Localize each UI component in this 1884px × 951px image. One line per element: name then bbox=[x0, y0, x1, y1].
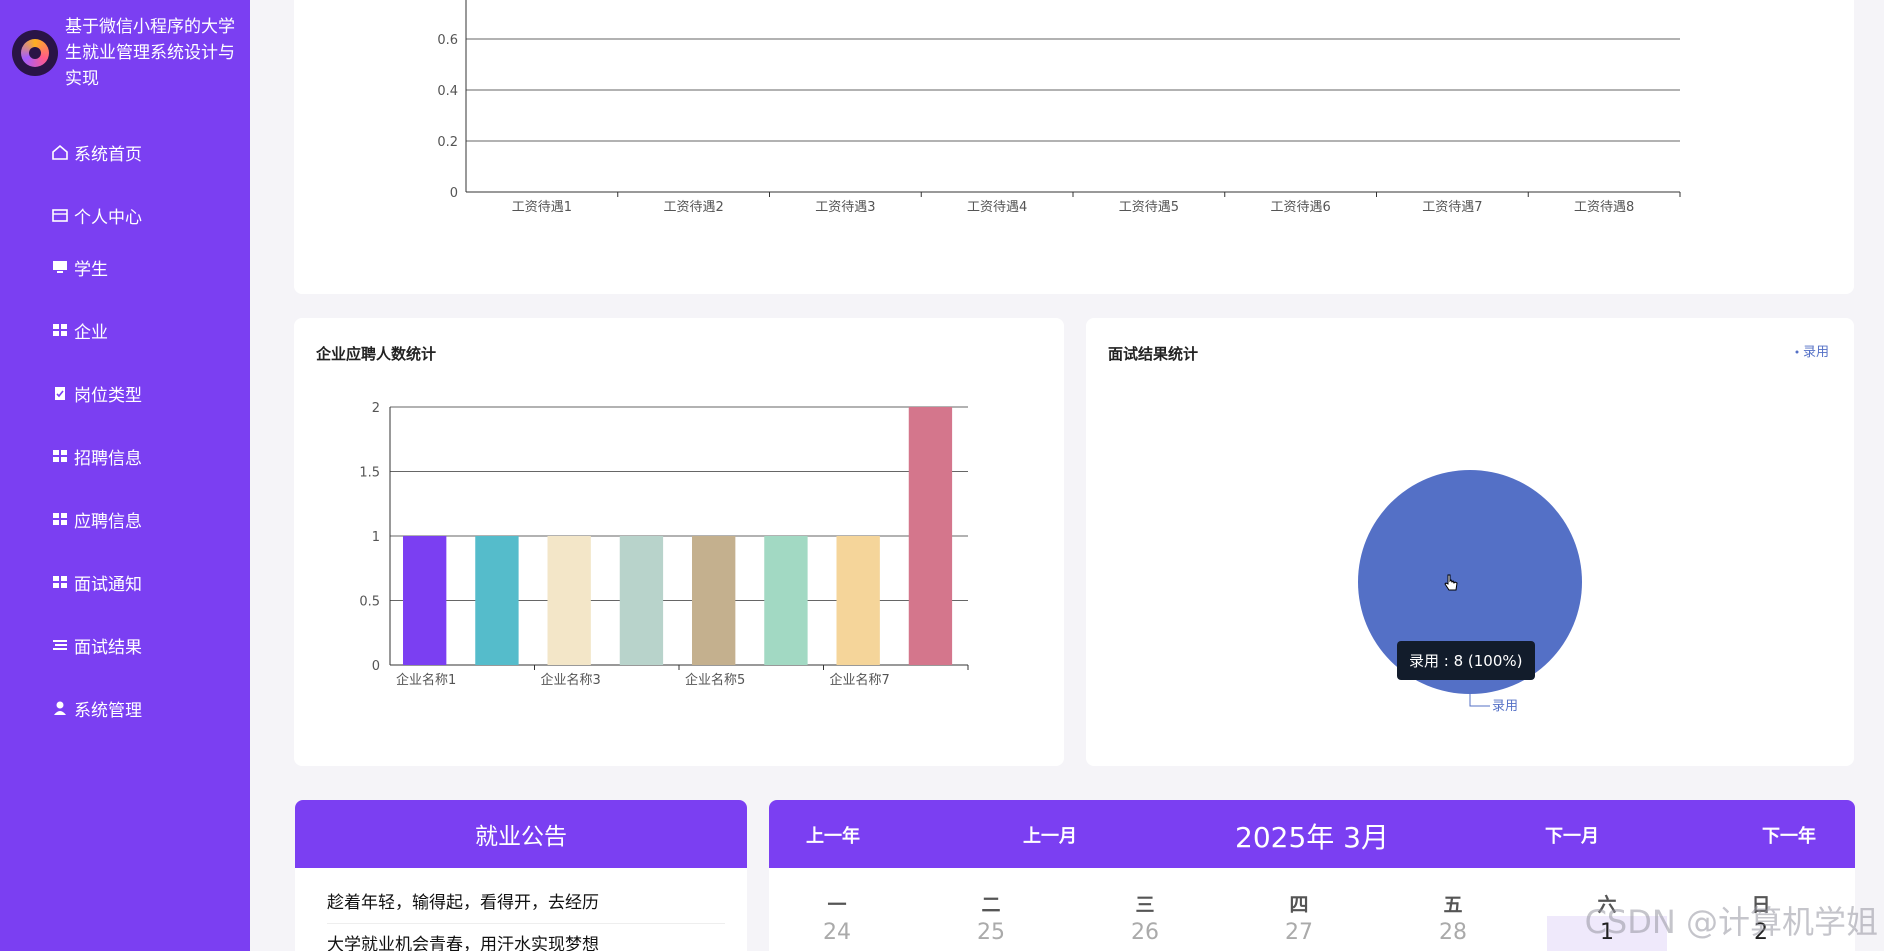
legend-label[interactable]: 录用 bbox=[1803, 345, 1829, 360]
bar[interactable] bbox=[692, 536, 736, 665]
calendar-day[interactable]: 25 bbox=[971, 920, 1011, 945]
bar[interactable] bbox=[475, 536, 519, 665]
id-card-icon bbox=[50, 205, 70, 225]
x-tick-label: 工资待遇1 bbox=[512, 200, 572, 215]
x-tick-label: 工资待遇4 bbox=[967, 200, 1027, 215]
monitor-icon bbox=[50, 257, 70, 277]
sidebar-item-2[interactable]: 个人中心 bbox=[50, 200, 142, 230]
grid-icon bbox=[50, 572, 70, 592]
grid-icon bbox=[50, 446, 70, 466]
sidebar-item-label: 应聘信息 bbox=[74, 511, 142, 532]
x-tick-label: 工资待遇6 bbox=[1270, 200, 1330, 215]
watermark: CSDN @计算机学姐 bbox=[1584, 903, 1878, 941]
weekday-label: 二 bbox=[981, 894, 1001, 916]
sidebar-item-label: 个人中心 bbox=[74, 207, 142, 228]
y-tick-label: 0.4 bbox=[437, 84, 458, 99]
sidebar-item-label: 系统首页 bbox=[74, 144, 142, 165]
sidebar-item-label: 招聘信息 bbox=[74, 448, 142, 469]
y-tick-label: 0 bbox=[372, 659, 380, 674]
sidebar-item-3[interactable]: 学生 bbox=[50, 252, 108, 282]
sidebar-item-label: 学生 bbox=[74, 259, 108, 280]
applicant-chart-card: 企业应聘人数统计 0 0.5 1 1.5 2 企业名称1 企业名称3 企业名称5 企业名称7 bbox=[294, 318, 1064, 766]
applicant-bar-chart: 0 0.5 1 1.5 2 企业名称1 企业名称3 企业名称5 企业名称7 bbox=[359, 401, 969, 688]
legend-marker bbox=[1795, 350, 1799, 354]
x-tick-label: 工资待遇5 bbox=[1119, 200, 1179, 215]
calendar-day[interactable]: 26 bbox=[1125, 920, 1165, 945]
sidebar-item-8[interactable]: 面试通知 bbox=[50, 567, 142, 597]
sidebar-item-1[interactable]: 系统首页 bbox=[50, 137, 142, 167]
pie-tooltip: 录用 : 8 (100%) bbox=[1397, 641, 1535, 680]
x-tick-label: 企业名称7 bbox=[829, 672, 889, 688]
list-icon bbox=[50, 635, 70, 655]
x-tick-label: 工资待遇2 bbox=[663, 200, 723, 215]
brand: 基于微信小程序的大学生就业管理系统设计与实现 bbox=[12, 14, 242, 94]
calendar-day[interactable]: 24 bbox=[817, 920, 857, 945]
y-tick-label: 1.5 bbox=[359, 466, 380, 481]
sidebar-item-label: 岗位类型 bbox=[74, 385, 142, 406]
x-tick-label: 工资待遇8 bbox=[1574, 200, 1634, 215]
interview-pie-chart: 录用录用 bbox=[1358, 345, 1829, 714]
x-tick-label: 企业名称3 bbox=[540, 672, 600, 688]
slice-label: 录用 bbox=[1492, 699, 1518, 714]
weekday-label: 四 bbox=[1289, 894, 1309, 916]
sidebar-item-7[interactable]: 应聘信息 bbox=[50, 504, 142, 534]
calendar-day[interactable]: 27 bbox=[1279, 920, 1319, 945]
calendar-month-label: 2025年 3月 bbox=[1235, 821, 1389, 854]
sidebar-item-label: 系统管理 bbox=[74, 700, 142, 721]
sidebar-item-label: 面试结果 bbox=[74, 637, 142, 658]
bar[interactable] bbox=[403, 536, 447, 665]
home-icon bbox=[50, 142, 70, 162]
bar[interactable] bbox=[619, 536, 664, 665]
notice-panel: 就业公告 趁着年轻，输得起，看得开，去经历 大学就业机会青春，用汗水实现梦想 bbox=[295, 800, 747, 951]
sidebar-item-6[interactable]: 招聘信息 bbox=[50, 441, 142, 471]
bar[interactable] bbox=[836, 536, 880, 665]
x-tick-label: 企业名称1 bbox=[396, 672, 456, 688]
bar[interactable] bbox=[764, 536, 808, 665]
grid-icon bbox=[50, 509, 70, 529]
x-tick-label: 工资待遇3 bbox=[815, 200, 875, 215]
notice-item[interactable]: 大学就业机会青春，用汗水实现梦想 bbox=[327, 924, 725, 951]
pointer-cursor-icon bbox=[1444, 574, 1458, 591]
sidebar-item-4[interactable]: 企业 bbox=[50, 315, 108, 345]
x-tick-label: 工资待遇7 bbox=[1422, 200, 1482, 215]
clipboard-icon bbox=[50, 383, 70, 403]
y-tick-label: 0.2 bbox=[437, 135, 458, 150]
sidebar-item-5[interactable]: 岗位类型 bbox=[50, 378, 142, 408]
interview-result-card: 面试结果统计 录用 录用 bbox=[1086, 318, 1854, 766]
y-tick-label: 0 bbox=[450, 186, 458, 201]
sidebar-item-label: 企业 bbox=[74, 322, 108, 343]
sidebar-item-9[interactable]: 面试结果 bbox=[50, 630, 142, 660]
x-tick-label: 企业名称5 bbox=[685, 672, 745, 688]
salary-chart-card: 0 0.2 0.4 0.6 工资待遇1 工资待遇2 工资待遇3 工资待遇4 工资待遇5 工资待遇6… bbox=[294, 0, 1854, 294]
y-tick-label: 0.6 bbox=[437, 33, 458, 48]
y-tick-label: 2 bbox=[372, 401, 380, 416]
user-icon bbox=[50, 698, 70, 718]
next-year-button[interactable]: 下一年 bbox=[1762, 822, 1816, 848]
y-tick-label: 0.5 bbox=[359, 595, 380, 610]
sidebar: 基于微信小程序的大学生就业管理系统设计与实现 系统首页个人中心学生企业岗位类型招… bbox=[0, 0, 250, 951]
bar[interactable] bbox=[908, 407, 953, 665]
slice-label-line bbox=[1469, 694, 1490, 707]
next-month-button[interactable]: 下一月 bbox=[1545, 822, 1599, 848]
weekday-label: 一 bbox=[827, 894, 847, 916]
app-title: 基于微信小程序的大学生就业管理系统设计与实现 bbox=[65, 17, 235, 89]
notice-title: 就业公告 bbox=[295, 800, 747, 868]
notice-item[interactable]: 趁着年轻，输得起，看得开，去经历 bbox=[327, 882, 725, 924]
salary-chart: 0 0.2 0.4 0.6 工资待遇1 工资待遇2 工资待遇3 工资待遇4 工资待遇5 工资待遇6… bbox=[437, 0, 1681, 215]
grid-icon bbox=[50, 320, 70, 340]
app-logo-icon bbox=[12, 30, 58, 76]
calendar-header: 上一年 上一月 2025年 3月 下一月 下一年 bbox=[769, 800, 1855, 868]
weekday-label: 三 bbox=[1135, 894, 1155, 916]
sidebar-item-10[interactable]: 系统管理 bbox=[50, 693, 142, 723]
sidebar-item-label: 面试通知 bbox=[74, 574, 142, 595]
y-tick-label: 1 bbox=[372, 530, 380, 545]
calendar-day[interactable]: 28 bbox=[1433, 920, 1473, 945]
weekday-label: 五 bbox=[1443, 894, 1463, 916]
bar[interactable] bbox=[547, 536, 591, 665]
